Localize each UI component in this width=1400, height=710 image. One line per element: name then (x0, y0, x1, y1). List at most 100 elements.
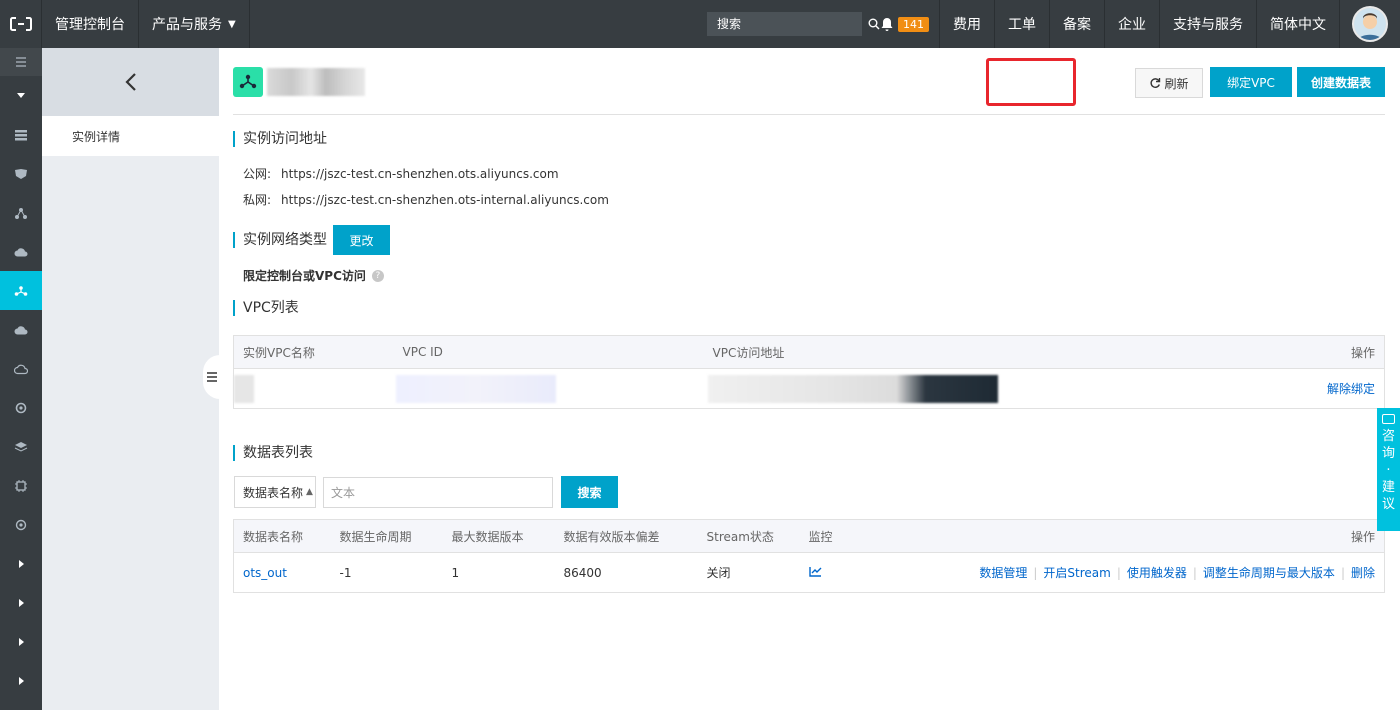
adjust-lifecycle-link[interactable]: 调整生命周期与最大版本 (1203, 566, 1335, 580)
sidebar-item-instance-details[interactable]: 实例详情 (42, 116, 219, 156)
filter-field-value: 数据表名称 (243, 485, 304, 500)
refresh-button[interactable]: 刷新 (1135, 68, 1203, 98)
column-header: 操作 (879, 519, 1385, 553)
public-endpoint-url: https://jszc-test.cn-shenzhen.ots.aliyun… (281, 167, 559, 181)
instance-header: 刷新 绑定VPC 创建数据表 (233, 48, 1385, 115)
nav-tickets[interactable]: 工单 (995, 0, 1050, 48)
bind-vpc-highlight (986, 58, 1076, 106)
data-tables-table: 数据表名称 数据生命周期 最大数据版本 数据有效版本偏差 Stream状态 监控… (233, 519, 1385, 593)
network-restriction-text: 限定控制台或VPC访问 (243, 269, 366, 283)
bell-icon (881, 17, 893, 31)
filter-field-select[interactable]: 数据表名称 ▲ (234, 476, 316, 508)
deviation-cell: 86400 (554, 552, 698, 593)
create-table-button[interactable]: 创建数据表 (1297, 67, 1385, 97)
product-icon-sidebar (0, 48, 42, 710)
language-switch[interactable]: 简体中文 (1257, 0, 1340, 48)
monitor-cell (799, 552, 880, 593)
filter-text-input[interactable] (323, 477, 553, 508)
column-header: 最大数据版本 (442, 519, 555, 553)
chevron-right-icon[interactable] (0, 544, 42, 583)
chip-icon[interactable] (0, 466, 42, 505)
divider: | (1116, 566, 1121, 580)
consult-char: 建 (1381, 480, 1395, 495)
unbind-action: 解除绑定 (1261, 368, 1385, 409)
enable-stream-link[interactable]: 开启Stream (1043, 566, 1110, 580)
consult-feedback-tab[interactable]: 咨 询 · 建 议 (1377, 408, 1400, 531)
back-button[interactable] (42, 48, 219, 116)
table-name-link[interactable]: ots_out (243, 566, 287, 580)
search-button[interactable]: 搜索 (561, 476, 618, 508)
eye-icon[interactable] (0, 505, 42, 544)
server-icon[interactable] (0, 115, 42, 154)
network-icon[interactable] (0, 193, 42, 232)
sidebar-collapse-toggle[interactable] (203, 355, 220, 399)
chevron-right-icon[interactable] (0, 583, 42, 622)
bind-vpc-button[interactable]: 绑定VPC (1210, 67, 1292, 97)
cloud-outline-icon[interactable] (0, 349, 42, 388)
aliyun-logo-icon[interactable] (0, 0, 42, 48)
actions-cell: 数据管理 | 开启Stream | 使用触发器 | 调整生命周期与最大版本 | 删除 (879, 552, 1385, 593)
gear-icon[interactable] (0, 388, 42, 427)
private-endpoint-url: https://jszc-test.cn-shenzhen.ots-intern… (281, 193, 609, 207)
vpc-table: 实例VPC名称 VPC ID VPC访问地址 操作 解除绑定 (233, 335, 1385, 409)
table-row: ots_out -1 1 86400 关闭 数据管理 | 开启Stream | 使用触发… (233, 552, 1385, 593)
access-address-title: 实例访问地址 (233, 131, 327, 147)
vpc-address-redacted (703, 368, 1262, 409)
column-header: VPC ID (393, 335, 704, 369)
divider: | (1340, 566, 1345, 580)
chat-icon (1382, 414, 1395, 424)
chevron-right-icon[interactable] (0, 622, 42, 661)
max-versions-cell: 1 (442, 552, 555, 593)
sort-arrows-icon: ▲ (306, 487, 313, 497)
delete-link[interactable]: 删除 (1351, 566, 1375, 580)
refresh-label: 刷新 (1164, 76, 1189, 91)
main-content: 刷新 绑定VPC 创建数据表 实例访问地址 公网: https://jszc-te… (219, 48, 1400, 710)
help-icon[interactable]: ? (371, 269, 384, 282)
private-endpoint: 私网: https://jszc-test.cn-shenzhen.ots-int… (243, 191, 609, 208)
nav-icp-filing[interactable]: 备案 (1050, 0, 1105, 48)
public-endpoint: 公网: https://jszc-test.cn-shenzhen.ots.ali… (243, 165, 559, 182)
chart-line-icon[interactable] (808, 566, 822, 580)
change-network-button[interactable]: 更改 (333, 225, 390, 255)
menu-toggle-icon[interactable] (0, 48, 42, 76)
network-restriction: 限定控制台或VPC访问 ? (243, 267, 384, 284)
network-type-title: 实例网络类型 (233, 232, 327, 248)
products-menu[interactable]: 产品与服务 ▼ (139, 0, 250, 48)
column-header: Stream状态 (697, 519, 800, 553)
data-manage-link[interactable]: 数据管理 (979, 566, 1027, 580)
vpc-list-title: VPC列表 (233, 300, 299, 316)
table-name-cell: ots_out (233, 552, 331, 593)
data-table-list-title: 数据表列表 (233, 445, 313, 461)
use-trigger-link[interactable]: 使用触发器 (1127, 566, 1187, 580)
cloud-db-icon[interactable] (0, 310, 42, 349)
notifications-button[interactable]: 141 (876, 0, 940, 48)
stream-status-cell: 关闭 (697, 552, 800, 593)
database-icon[interactable] (0, 154, 42, 193)
column-header: 数据生命周期 (330, 519, 443, 553)
global-search-input[interactable] (707, 12, 867, 36)
instance-name-redacted (267, 68, 365, 96)
table-row: 解除绑定 (233, 368, 1385, 409)
notification-count-badge: 141 (898, 16, 929, 32)
consult-char: 咨 (1381, 429, 1395, 444)
console-home-link[interactable]: 管理控制台 (42, 0, 139, 48)
nav-enterprise[interactable]: 企业 (1105, 0, 1160, 48)
private-endpoint-label: 私网: (243, 193, 272, 207)
public-endpoint-label: 公网: (243, 167, 272, 181)
refresh-icon (1150, 78, 1161, 88)
layers-icon[interactable] (0, 427, 42, 466)
caret-down-icon[interactable] (0, 76, 42, 115)
chevron-left-icon (124, 73, 136, 91)
column-header: VPC访问地址 (703, 335, 1262, 369)
divider: | (1192, 566, 1197, 580)
vpc-name-redacted (233, 368, 394, 409)
unbind-vpc-link[interactable]: 解除绑定 (1327, 382, 1375, 396)
vpc-id-redacted (393, 368, 704, 409)
chevron-right-icon[interactable] (0, 661, 42, 700)
nav-support[interactable]: 支持与服务 (1160, 0, 1257, 48)
nav-billing[interactable]: 费用 (940, 0, 995, 48)
table-store-icon[interactable] (0, 271, 42, 310)
top-navigation-bar: 管理控制台 产品与服务 ▼ 141 费用 工单 备案 企业 支持与服务 简体中文 (0, 0, 1400, 48)
user-avatar[interactable] (1352, 6, 1388, 42)
cloud-upload-icon[interactable] (0, 232, 42, 271)
